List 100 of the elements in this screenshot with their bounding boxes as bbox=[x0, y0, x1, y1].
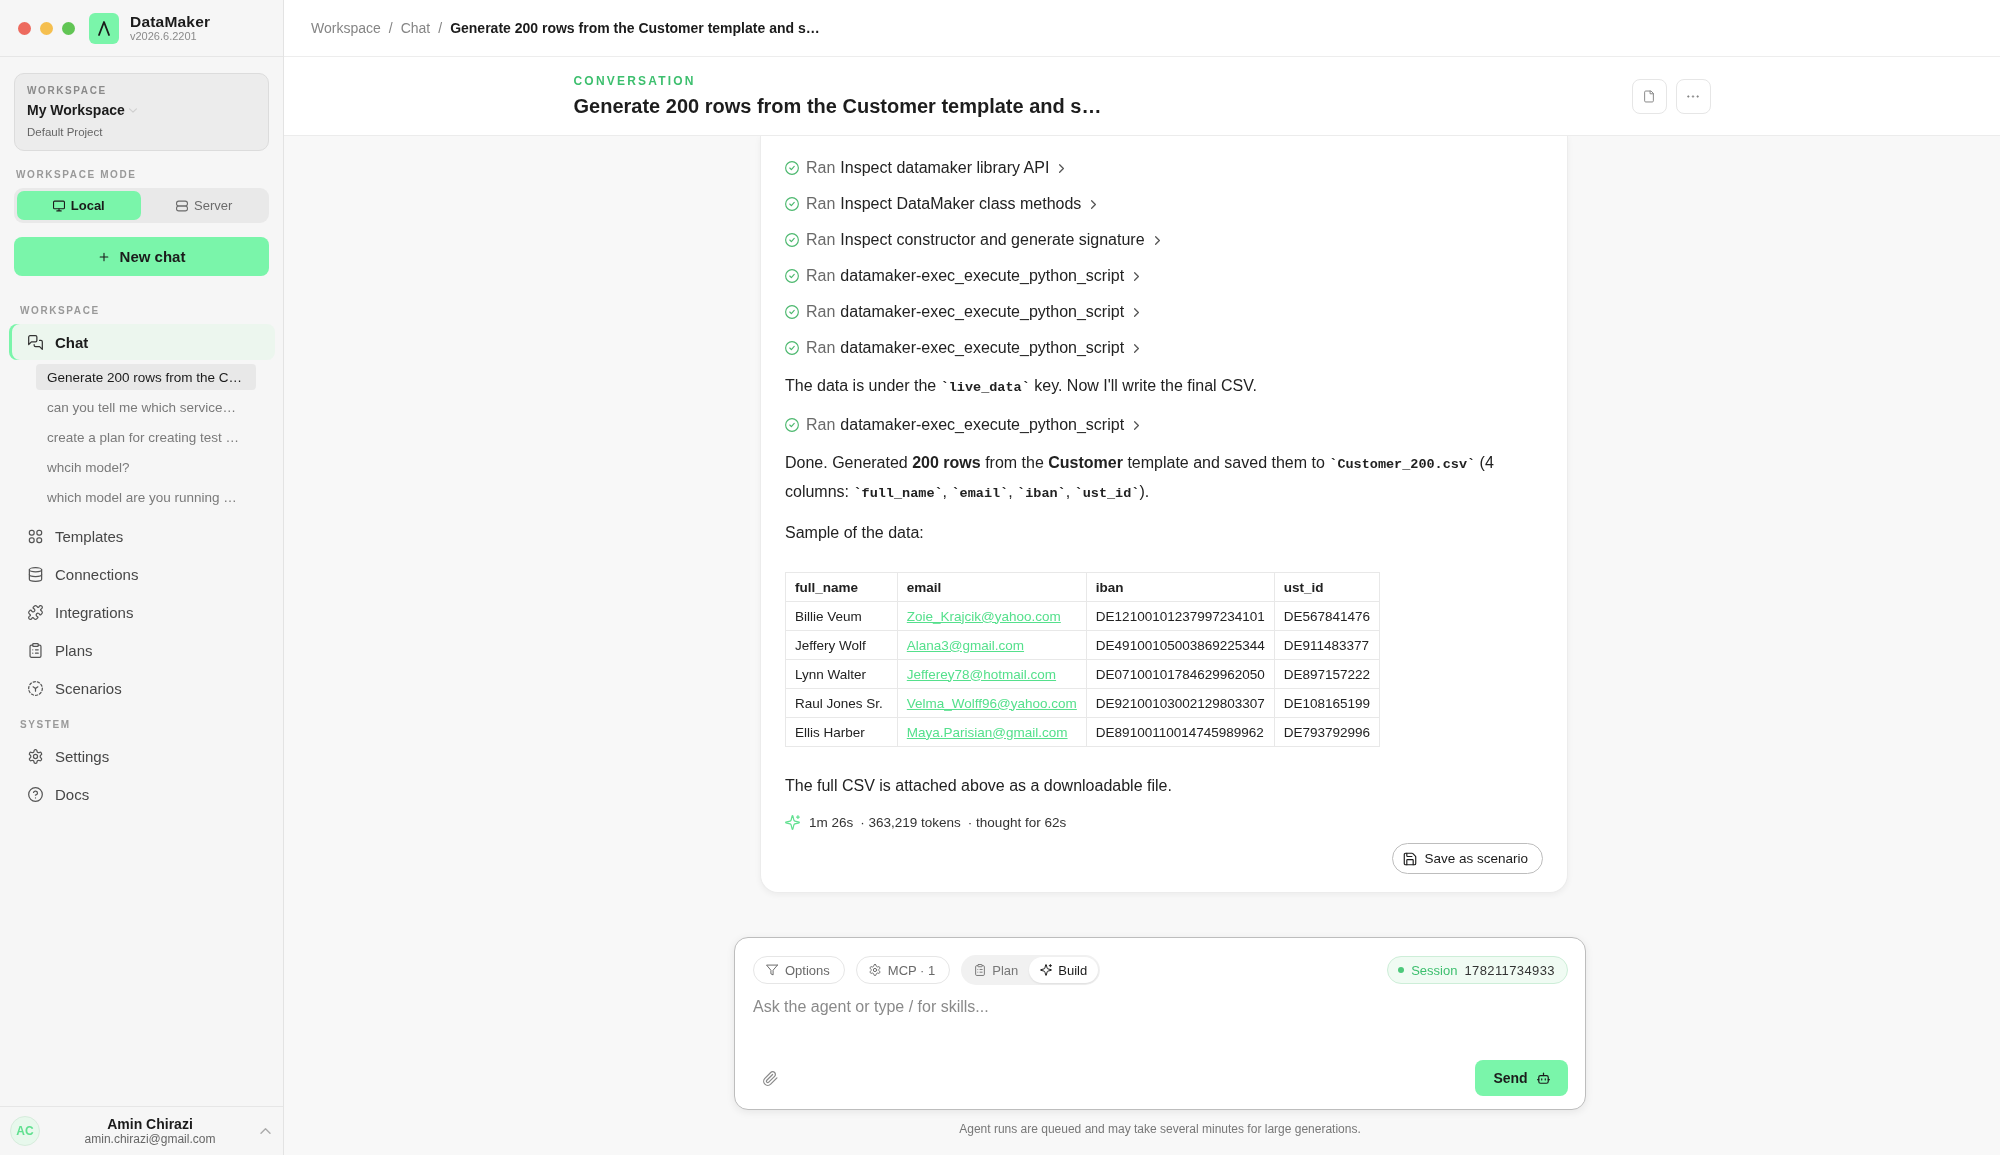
tool-call-row[interactable]: Ran Inspect constructor and generate signature bbox=[785, 228, 1160, 252]
mode-tab[interactable]: Build bbox=[1029, 957, 1099, 983]
nav-item[interactable]: Docs bbox=[9, 776, 275, 812]
window-maximize-icon[interactable] bbox=[62, 21, 75, 35]
new-chat-button[interactable]: New chat bbox=[14, 237, 269, 276]
mode-tab[interactable]: Plan bbox=[963, 957, 1030, 983]
check-circle-icon bbox=[785, 418, 799, 432]
help-icon bbox=[28, 786, 43, 802]
more-icon bbox=[1687, 94, 1699, 98]
message-text: Done. Generated 200 rows from the Customer template and saved them to `Customer_200.csv` (4 columns: `full_name`, `email`, `iban`, `ust_id`). bbox=[785, 453, 1495, 503]
sparkle-icon bbox=[785, 815, 800, 830]
breadcrumb-link[interactable]: Chat bbox=[400, 20, 431, 36]
workspace-label: WORKSPACE bbox=[27, 84, 107, 98]
project-name: Default Project bbox=[27, 125, 103, 140]
nav-item[interactable]: Scenarios bbox=[9, 670, 275, 706]
chevron-right-icon bbox=[1059, 163, 1065, 173]
mode-option[interactable]: Local bbox=[17, 191, 141, 220]
table-cell: Ellis Harber bbox=[785, 717, 898, 747]
status-dot-icon bbox=[1398, 967, 1405, 973]
chevron-right-icon bbox=[1134, 343, 1140, 353]
table-header-cell: ust_id bbox=[1274, 572, 1380, 602]
settings-icon bbox=[868, 964, 881, 976]
more-button[interactable] bbox=[1675, 78, 1711, 114]
nav-item[interactable]: Settings bbox=[9, 738, 275, 774]
breadcrumb-link[interactable]: Workspace bbox=[311, 20, 381, 36]
table-cell: DE567841476 bbox=[1274, 601, 1380, 631]
breadcrumb-separator: / bbox=[438, 20, 443, 36]
message-text: Sample of the data: bbox=[785, 523, 924, 543]
workspace-name: My Workspace bbox=[27, 101, 125, 120]
app-version: v2026.6.2201 bbox=[130, 30, 198, 43]
window-minimize-icon[interactable] bbox=[40, 21, 53, 35]
chat-bubbles-icon bbox=[28, 334, 43, 350]
options-button[interactable]: Options bbox=[753, 956, 845, 984]
nav-item[interactable]: Connections bbox=[9, 556, 275, 592]
chat-history-item[interactable]: Generate 200 rows from the C… bbox=[36, 364, 256, 390]
breadcrumb-separator: / bbox=[388, 20, 393, 36]
table-cell: DE92100103002129803307 bbox=[1086, 688, 1275, 718]
nav-item[interactable]: Chat bbox=[9, 324, 275, 360]
workspace-card[interactable]: WORKSPACE My Workspace Default Project bbox=[14, 73, 269, 151]
tool-call-row[interactable]: Ran Inspect DataMaker class methods bbox=[785, 192, 1097, 216]
table-header-cell: iban bbox=[1086, 572, 1275, 602]
table-cell: Raul Jones Sr. bbox=[785, 688, 898, 718]
mcp-button[interactable]: MCP · 1 bbox=[855, 956, 951, 984]
table-cell: Lynn Walter bbox=[785, 659, 898, 689]
message-text: The full CSV is attached above as a downloadable file. bbox=[785, 776, 1172, 796]
section-label: SYSTEM bbox=[19, 718, 71, 731]
check-circle-icon bbox=[785, 161, 799, 175]
section-label: WORKSPACE MODE bbox=[15, 168, 137, 181]
message-text: The data is under the `live_data` key. Now I'll write the final CSV. bbox=[785, 376, 1257, 397]
chat-history-item[interactable]: which model are you running … bbox=[36, 484, 256, 510]
footer-note: Agent runs are queued and may take several minutes for large generations. bbox=[959, 1121, 1361, 1138]
table-cell: Billie Veum bbox=[785, 601, 898, 631]
run-stat: · thought for 62s bbox=[967, 815, 1067, 830]
message-composer[interactable]: Options MCP · 1 Plan Build Session 178211734933 Ask the agent or type / for skills... Send bbox=[734, 937, 1586, 1110]
chevron-right-icon bbox=[1134, 420, 1140, 430]
save-scenario-button[interactable]: Save as scenario bbox=[1392, 843, 1543, 874]
table-cell: DE49100105003869225344 bbox=[1086, 630, 1275, 660]
nav-item[interactable]: Integrations bbox=[9, 594, 275, 630]
check-circle-icon bbox=[785, 341, 799, 355]
table-cell: DE897157222 bbox=[1274, 659, 1380, 689]
run-stat: · 363,219 tokens bbox=[860, 815, 961, 830]
document-icon bbox=[1643, 89, 1655, 103]
monitor-icon bbox=[52, 199, 65, 212]
chat-history-item[interactable]: create a plan for creating test … bbox=[36, 424, 256, 450]
tool-call-row[interactable]: Ran datamaker-exec_execute_python_script bbox=[785, 336, 1140, 360]
send-button[interactable]: Send bbox=[1475, 1060, 1568, 1096]
chevron-right-icon bbox=[1154, 235, 1160, 245]
app-name: DataMaker bbox=[130, 13, 211, 30]
table-cell: DE12100101237997234101 bbox=[1086, 601, 1275, 631]
nav-item[interactable]: Plans bbox=[9, 632, 275, 668]
nav-item[interactable]: Templates bbox=[9, 518, 275, 554]
tool-call-row[interactable]: Ran datamaker-exec_execute_python_script bbox=[785, 300, 1140, 324]
dashed-circle-icon bbox=[28, 680, 43, 696]
table-cell: DE793792996 bbox=[1274, 717, 1380, 747]
table-cell: DE108165199 bbox=[1274, 688, 1380, 718]
window-close-icon[interactable] bbox=[18, 21, 31, 35]
settings-icon bbox=[28, 748, 43, 764]
mode-option[interactable]: Server bbox=[142, 191, 266, 220]
database-icon bbox=[28, 566, 43, 582]
chevron-right-icon bbox=[1134, 271, 1140, 281]
tool-call-row[interactable]: Ran datamaker-exec_execute_python_script bbox=[785, 413, 1140, 437]
user-name: Amin Chirazi bbox=[107, 1115, 193, 1132]
table-cell: DE89100110014745989962 bbox=[1086, 717, 1275, 747]
clipboard-icon bbox=[28, 642, 43, 658]
grid-icon bbox=[28, 528, 43, 544]
chat-history-item[interactable]: whcih model? bbox=[36, 454, 256, 480]
paperclip-icon[interactable] bbox=[763, 1070, 778, 1086]
filter-icon bbox=[766, 964, 778, 976]
server-icon bbox=[176, 199, 189, 212]
document-button[interactable] bbox=[1631, 78, 1667, 114]
breadcrumb-current: Generate 200 rows from the Customer template and s… bbox=[450, 20, 820, 36]
tool-call-row[interactable]: Ran datamaker-exec_execute_python_script bbox=[785, 264, 1140, 288]
chat-history-item[interactable]: can you tell me which service… bbox=[36, 394, 256, 420]
chevron-up-icon[interactable] bbox=[260, 1128, 271, 1134]
section-label: WORKSPACE bbox=[19, 304, 100, 317]
table-header-cell: full_name bbox=[785, 572, 898, 602]
chevron-right-icon bbox=[1134, 307, 1140, 317]
sparkle-icon bbox=[1040, 964, 1053, 976]
clipboard-icon bbox=[974, 964, 987, 976]
tool-call-row[interactable]: Ran Inspect datamaker library API bbox=[785, 156, 1065, 180]
